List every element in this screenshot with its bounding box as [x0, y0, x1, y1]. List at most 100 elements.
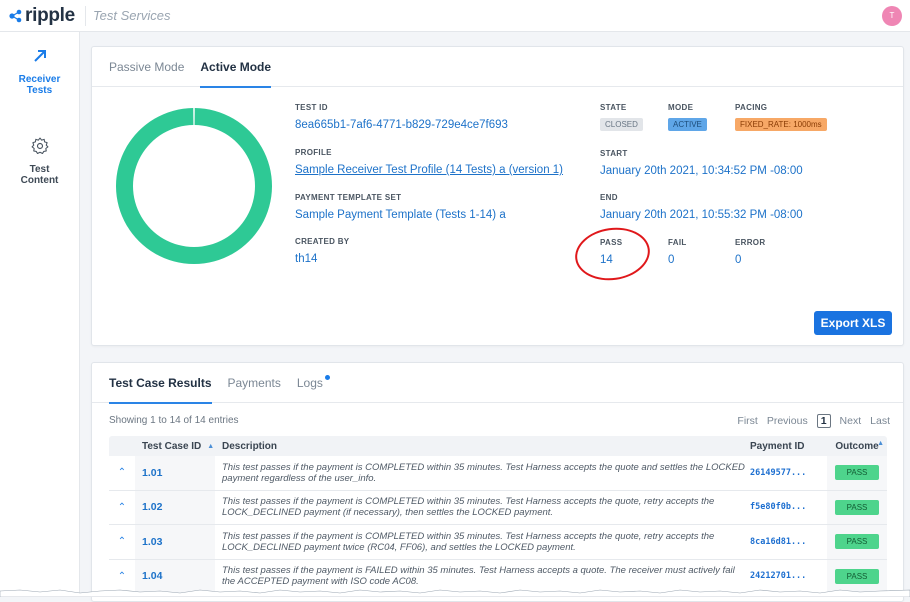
- table-row[interactable]: ⌃ 1.01 This test passes if the payment is …: [109, 456, 887, 491]
- sort-asc-icon: ▲: [877, 440, 884, 447]
- error-label: ERROR: [735, 238, 766, 247]
- export-xls-button[interactable]: Export XLS: [814, 311, 892, 335]
- outcome-cell: PASS: [827, 456, 887, 490]
- user-avatar[interactable]: T: [882, 6, 902, 26]
- pacing-field: PACING FIXED_RATE: 1000ms: [735, 103, 827, 132]
- error-count: 0: [735, 254, 742, 266]
- error-field: ERROR 0: [735, 238, 765, 266]
- table-row[interactable]: ⌃ 1.02 This test passes if the payment is …: [109, 490, 887, 525]
- pager-current-page[interactable]: 1: [816, 414, 831, 428]
- template-value[interactable]: Sample Payment Template (Tests 1-14) a: [295, 209, 506, 221]
- pagination: First Previous 1 Next Last: [728, 414, 890, 428]
- results-card: Test Case Results Payments Logs Showing …: [91, 362, 904, 602]
- outcome-badge: PASS: [835, 465, 879, 481]
- test-summary-card: Passive Mode Active Mode TEST ID 8ea665b…: [91, 46, 904, 346]
- expand-chevron-icon[interactable]: ⌃: [109, 502, 135, 513]
- pacing-badge: FIXED_RATE: 1000ms: [735, 118, 827, 131]
- start-label: START: [600, 149, 628, 158]
- mode-label: MODE: [668, 103, 694, 112]
- state-label: STATE: [600, 103, 627, 112]
- header-divider: [84, 5, 86, 26]
- sidebar-item-test-content[interactable]: Test Content: [0, 122, 79, 212]
- end-field: END January 20th 2021, 10:55:32 PM -08:0…: [600, 193, 803, 221]
- payment-id-link[interactable]: 8ca16d81...: [750, 537, 827, 547]
- pager-last[interactable]: Last: [870, 415, 890, 427]
- tab-logs-label: Logs: [296, 376, 323, 390]
- state-field: STATE CLOSED: [600, 103, 643, 132]
- torn-edge: [0, 589, 910, 597]
- arrow-up-right-icon: [33, 50, 46, 62]
- ripple-logo[interactable]: ripple: [9, 0, 75, 32]
- test-case-id[interactable]: 1.01: [135, 456, 215, 490]
- pacing-label: PACING: [735, 103, 768, 112]
- expand-chevron-icon[interactable]: ⌃: [109, 536, 135, 547]
- entries-info: Showing 1 to 14 of 14 entries: [109, 415, 239, 426]
- tab-active-mode[interactable]: Active Mode: [200, 47, 271, 88]
- table-header: Test Case ID ▲ Description Payment ID Out…: [109, 436, 887, 456]
- highlight-annotation-circle: [571, 223, 654, 285]
- pager-next[interactable]: Next: [840, 415, 862, 427]
- outcome-cell: PASS: [827, 490, 887, 524]
- expand-chevron-icon[interactable]: ⌃: [109, 467, 135, 478]
- start-field: START January 20th 2021, 10:34:52 PM -08…: [600, 149, 803, 177]
- fail-label: FAIL: [668, 238, 687, 247]
- fail-count: 0: [668, 254, 675, 266]
- created-by-field: CREATED BY th14: [295, 237, 349, 265]
- end-value: January 20th 2021, 10:55:32 PM -08:00: [600, 209, 803, 221]
- sidebar-item-label: Receiver Tests: [18, 74, 61, 96]
- sidebar-item-receiver-tests[interactable]: Receiver Tests: [0, 32, 79, 122]
- profile-field: PROFILE Sample Receiver Test Profile (14…: [295, 148, 563, 176]
- payment-id-link[interactable]: 26149577...: [750, 468, 827, 478]
- sort-asc-icon: ▲: [207, 442, 215, 450]
- outcome-badge: PASS: [835, 568, 879, 584]
- test-case-id[interactable]: 1.02: [135, 490, 215, 524]
- expand-chevron-icon[interactable]: ⌃: [109, 571, 135, 582]
- test-id-field: TEST ID 8ea665b1-7af6-4771-b829-729e4ce7…: [295, 103, 508, 131]
- col-header-test-case-id[interactable]: Test Case ID ▲: [135, 436, 215, 456]
- outcome-cell: PASS: [827, 525, 887, 559]
- results-table: Test Case ID ▲ Description Payment ID Out…: [109, 436, 887, 594]
- test-case-id[interactable]: 1.03: [135, 525, 215, 559]
- results-tabs: Test Case Results Payments Logs: [92, 363, 903, 404]
- app-name: Test Services: [92, 8, 171, 23]
- table-row[interactable]: ⌃ 1.03 This test passes if the payment is …: [109, 525, 887, 560]
- outcome-badge: PASS: [835, 534, 879, 550]
- profile-label: PROFILE: [295, 148, 332, 157]
- top-bar: ripple Test Services T: [0, 0, 910, 32]
- pager-previous[interactable]: Previous: [767, 415, 808, 427]
- mode-tabs: Passive Mode Active Mode: [92, 47, 903, 88]
- tab-test-case-results[interactable]: Test Case Results: [109, 363, 212, 404]
- ripple-logo-icon: [9, 9, 22, 22]
- test-id-value: 8ea665b1-7af6-4771-b829-729e4ce7f693: [295, 119, 508, 131]
- tab-passive-mode[interactable]: Passive Mode: [109, 47, 184, 87]
- test-case-description: This test passes if the payment is FAILE…: [222, 565, 735, 588]
- payment-id-link[interactable]: 24212701...: [750, 571, 827, 581]
- template-label: PAYMENT TEMPLATE SET: [295, 193, 402, 202]
- logs-notification-dot: [324, 375, 330, 380]
- outcome-donut-chart: [116, 108, 272, 264]
- tab-logs[interactable]: Logs: [296, 363, 330, 403]
- col-header-outcome[interactable]: Outcome ▲: [827, 436, 887, 456]
- test-case-description: This test passes if the payment is COMPL…: [222, 530, 715, 553]
- sidebar-item-label: Test Content: [20, 164, 59, 186]
- donut-slice-pass: [116, 108, 272, 264]
- outcome-badge: PASS: [835, 499, 879, 515]
- mode-field: MODE ACTIVE: [668, 103, 707, 132]
- fail-field: FAIL 0: [668, 238, 687, 266]
- col-header-description[interactable]: Description: [215, 441, 750, 452]
- template-field: PAYMENT TEMPLATE SET Sample Payment Temp…: [295, 193, 506, 221]
- tab-payments[interactable]: Payments: [228, 363, 281, 403]
- gear-icon: [31, 137, 48, 155]
- profile-link[interactable]: Sample Receiver Test Profile (14 Tests) …: [295, 164, 563, 176]
- start-value: January 20th 2021, 10:34:52 PM -08:00: [600, 165, 803, 177]
- logo-text: ripple: [25, 4, 75, 26]
- created-by-value: th14: [295, 253, 318, 265]
- col-header-payment-id[interactable]: Payment ID: [750, 441, 827, 452]
- pager-first[interactable]: First: [737, 415, 757, 427]
- state-badge: CLOSED: [600, 118, 643, 131]
- sidebar: Receiver Tests Test Content: [0, 32, 80, 597]
- payment-id-link[interactable]: f5e80f0b...: [750, 502, 827, 512]
- test-id-label: TEST ID: [295, 103, 328, 112]
- created-by-label: CREATED BY: [295, 237, 350, 246]
- test-case-description: This test passes if the payment is COMPL…: [222, 496, 715, 519]
